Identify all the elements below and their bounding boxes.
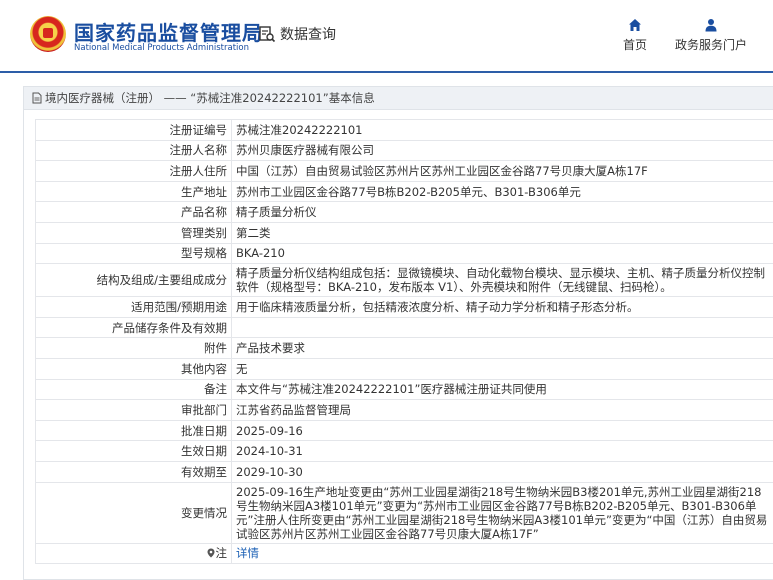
table-row: 注册证编号 苏械注准20242222101 xyxy=(35,119,773,141)
nav-home[interactable]: 首页 xyxy=(623,18,647,53)
field-label: 生效日期 xyxy=(35,440,232,462)
table-row: 产品名称 精子质量分析仪 xyxy=(35,201,773,223)
field-label: 注册人名称 xyxy=(35,139,232,162)
document-icon xyxy=(32,92,42,104)
field-value: 精子质量分析仪 xyxy=(231,201,773,223)
location-pin-icon xyxy=(207,548,214,558)
search-document-icon xyxy=(259,26,276,43)
table-row: 备注 本文件与“苏械注准20242222101”医疗器械注册证共同使用 xyxy=(35,378,773,401)
table-row: 审批部门 江苏省药品监督管理局 xyxy=(35,399,773,421)
field-label: 适用范围/预期用途 xyxy=(35,296,232,318)
table-row: 附件 产品技术要求 xyxy=(35,337,773,359)
table-row: 型号规格 BKA-210 xyxy=(35,242,773,265)
registration-info-table: 注册证编号 苏械注准20242222101 注册人名称 苏州贝康医疗器械有限公司 注… xyxy=(35,119,773,565)
details-label: 注 xyxy=(215,546,228,561)
field-value: 精子质量分析仪结构组成包括：显微镜模块、自动化载物台模块、显示模块、主机、精子质… xyxy=(231,263,773,298)
field-label: 变更情况 xyxy=(35,481,232,544)
field-label: 批准日期 xyxy=(35,419,232,442)
field-value: 用于临床精液质量分析，包括精液浓度分析、精子动力学分析和精子形态分析。 xyxy=(231,296,773,318)
field-label: 型号规格 xyxy=(35,242,232,265)
field-label: 产品储存条件及有效期 xyxy=(35,316,232,339)
national-emblem-logo xyxy=(30,16,66,52)
user-icon xyxy=(705,19,717,32)
field-value xyxy=(231,316,773,339)
table-row: 适用范围/预期用途 用于临床精液质量分析，包括精液浓度分析、精子动力学分析和精子形… xyxy=(35,296,773,318)
table-row: 生效日期 2024-10-31 xyxy=(35,440,773,462)
header-divider xyxy=(0,71,773,73)
table-row: 生产地址 苏州市工业园区金谷路77号B栋B202-B205单元、B301-B306… xyxy=(35,180,773,203)
data-query-link[interactable]: 数据查询 xyxy=(258,24,336,44)
field-value: 江苏省药品监督管理局 xyxy=(231,399,773,421)
site-header: 国家药品监督管理局 National Medical Products Admi… xyxy=(0,0,773,73)
table-row: 结构及组成/主要组成成分 精子质量分析仪结构组成包括：显微镜模块、自动化载物台模块… xyxy=(35,263,773,298)
table-row: 管理类别 第二类 xyxy=(35,221,773,244)
field-label: 生产地址 xyxy=(35,180,232,203)
data-query-label: 数据查询 xyxy=(280,27,336,43)
field-label: 管理类别 xyxy=(35,221,232,244)
field-value: 苏械注准20242222101 xyxy=(231,119,773,141)
table-row: 其他内容无 xyxy=(35,357,773,380)
table-row: 注 详情 xyxy=(35,542,773,565)
field-value: 苏州贝康医疗器械有限公司 xyxy=(231,139,773,162)
field-label: 其他内容 xyxy=(35,357,232,380)
table-row: 产品储存条件及有效期 xyxy=(35,316,773,339)
field-value: 本文件与“苏械注准20242222101”医疗器械注册证共同使用 xyxy=(231,378,773,401)
field-value: 2029-10-30 xyxy=(231,460,773,483)
nav-portal-label: 政务服务门户 xyxy=(675,38,748,52)
field-value: 中国（江苏）自由贸易试验区苏州片区苏州工业园区金谷路77号贝康大厦A栋17F xyxy=(231,160,773,182)
field-label: 注册人住所 xyxy=(35,160,232,182)
home-icon xyxy=(629,19,641,31)
agency-name-en: National Medical Products Administration xyxy=(74,43,249,53)
field-label: 有效期至 xyxy=(35,460,232,483)
field-value: BKA-210 xyxy=(231,242,773,265)
table-row: 有效期至 2029-10-30 xyxy=(35,460,773,483)
table-row: 注册人名称 苏州贝康医疗器械有限公司 xyxy=(35,139,773,162)
field-value: 无 xyxy=(231,357,773,380)
details-label-cell: 注 xyxy=(35,542,232,565)
detail-panel: 境内医疗器械（注册） —— “苏械注准20242222101”基本信息 注册证编… xyxy=(23,86,773,580)
field-value: 2025-09-16生产地址变更由“苏州工业园星湖街218号生物纳米园B3楼20… xyxy=(231,481,773,544)
table-row: 批准日期 2025-09-16 xyxy=(35,419,773,442)
field-label: 备注 xyxy=(35,378,232,401)
agency-name-cn: 国家药品监督管理局 xyxy=(74,21,263,45)
breadcrumb: 境内医疗器械（注册） —— “苏械注准20242222101”基本信息 xyxy=(24,87,773,110)
field-value: 产品技术要求 xyxy=(231,337,773,359)
field-label: 审批部门 xyxy=(35,399,232,421)
field-value: 2024-10-31 xyxy=(231,440,773,462)
field-label: 注册证编号 xyxy=(35,119,232,141)
table-row: 变更情况 2025-09-16生产地址变更由“苏州工业园星湖街218号生物纳米园B… xyxy=(35,481,773,544)
nav-home-label: 首页 xyxy=(623,38,648,52)
table-row: 注册人住所 中国（江苏）自由贸易试验区苏州片区苏州工业园区金谷路77号贝康大厦A栋… xyxy=(35,160,773,182)
field-label: 结构及组成/主要组成成分 xyxy=(35,263,232,298)
field-label: 附件 xyxy=(35,337,232,359)
field-value: 2025-09-16 xyxy=(231,419,773,442)
field-value: 第二类 xyxy=(231,221,773,244)
field-label: 产品名称 xyxy=(35,201,232,223)
breadcrumb-text: 境内医疗器械（注册） —— “苏械注准20242222101”基本信息 xyxy=(45,91,375,105)
field-value: 苏州市工业园区金谷路77号B栋B202-B205单元、B301-B306单元 xyxy=(231,180,773,203)
details-link[interactable]: 详情 xyxy=(236,546,259,560)
details-cell: 详情 xyxy=(231,542,773,565)
nav-service-portal[interactable]: 政务服务门户 xyxy=(675,18,747,53)
